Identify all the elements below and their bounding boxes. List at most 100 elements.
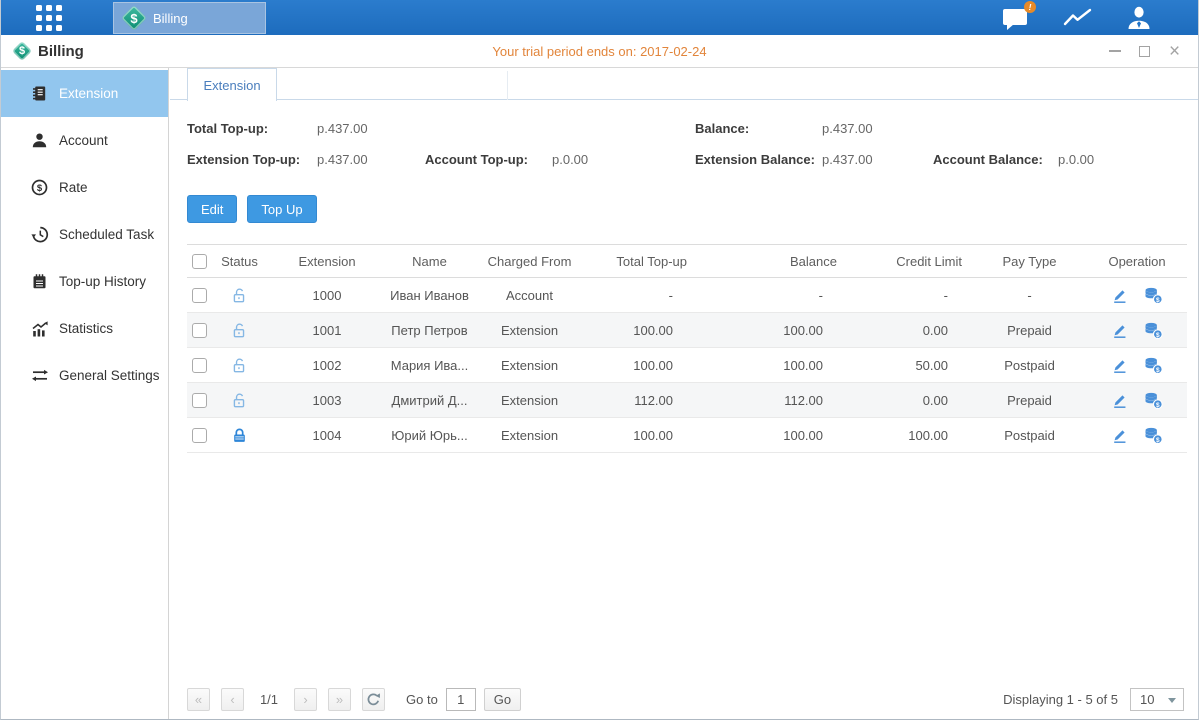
status-lock-icon[interactable] (231, 427, 248, 444)
status-lock-icon[interactable] (231, 322, 248, 339)
pay-type-cell: Postpaid (972, 348, 1087, 383)
edit-icon[interactable] (1111, 357, 1128, 374)
person-icon (31, 132, 49, 149)
col-status: Status (212, 245, 267, 278)
credit-limit-cell: - (847, 278, 972, 313)
first-page-button[interactable] (187, 688, 210, 711)
close-button[interactable] (1167, 44, 1182, 59)
charged-from-cell: Extension (472, 348, 587, 383)
sidebar-item-label: General Settings (59, 368, 160, 383)
table-row: 1004 Юрий Юрь... Extension 100.00 100.00… (187, 418, 1187, 453)
messages-icon[interactable]: ! (1002, 6, 1030, 30)
account-topup-value: p.0.00 (552, 152, 588, 167)
pay-type-cell: Postpaid (972, 418, 1087, 453)
balance-cell: 100.00 (697, 418, 847, 453)
edit-icon[interactable] (1111, 287, 1128, 304)
charged-from-cell: Extension (472, 383, 587, 418)
name-cell: Иван Иванов (387, 278, 472, 313)
charged-from-cell: Extension (472, 418, 587, 453)
sidebar-item-account[interactable]: Account (1, 117, 168, 164)
refresh-icon (366, 692, 381, 707)
row-checkbox[interactable] (192, 358, 207, 373)
table-header-row: Status Extension Name Charged From Total… (187, 245, 1187, 278)
page-size-select[interactable]: 10 (1130, 688, 1184, 711)
row-checkbox[interactable] (192, 288, 207, 303)
refresh-button[interactable] (362, 688, 385, 711)
top-up-icon[interactable]: $ (1144, 427, 1163, 444)
extension-cell: 1004 (267, 418, 387, 453)
top-up-icon[interactable]: $ (1144, 287, 1163, 304)
extension-cell: 1002 (267, 348, 387, 383)
top-up-button[interactable]: Top Up (247, 195, 316, 223)
last-page-button[interactable] (328, 688, 351, 711)
charged-from-cell: Extension (472, 313, 587, 348)
statistics-chart-icon[interactable] (1063, 7, 1093, 29)
status-lock-icon[interactable] (231, 357, 248, 374)
credit-limit-cell: 0.00 (847, 313, 972, 348)
next-page-button[interactable] (294, 688, 317, 711)
svg-text:$: $ (1156, 296, 1160, 303)
prev-page-button[interactable] (221, 688, 244, 711)
svg-text:$: $ (1156, 436, 1160, 443)
sidebar-item-label: Extension (59, 86, 118, 101)
sidebar: Extension Account $ Rate Scheduled T (1, 68, 169, 719)
dollar-circle-icon: $ (31, 179, 49, 196)
credit-limit-cell: 0.00 (847, 383, 972, 418)
col-total-topup: Total Top-up (587, 245, 697, 278)
extension-balance-label: Extension Balance: (695, 152, 815, 167)
col-extension: Extension (267, 245, 387, 278)
tab-divider (507, 71, 508, 100)
credit-limit-cell: 50.00 (847, 348, 972, 383)
name-cell: Юрий Юрь... (387, 418, 472, 453)
top-up-icon[interactable]: $ (1144, 357, 1163, 374)
notepad-icon (31, 273, 49, 290)
minimize-button[interactable] (1107, 44, 1122, 59)
pay-type-cell: - (972, 278, 1087, 313)
col-pay-type: Pay Type (972, 245, 1087, 278)
row-checkbox[interactable] (192, 428, 207, 443)
sidebar-item-rate[interactable]: $ Rate (1, 164, 168, 211)
edit-icon[interactable] (1111, 427, 1128, 444)
pay-type-cell: Prepaid (972, 313, 1087, 348)
status-lock-icon[interactable] (231, 287, 248, 304)
window-title: Billing (38, 43, 84, 60)
balance-cell: - (697, 278, 847, 313)
tab-extension[interactable]: Extension (187, 68, 277, 101)
total-topup-value: p.437.00 (317, 121, 368, 136)
name-cell: Петр Петров (387, 313, 472, 348)
go-button[interactable]: Go (484, 688, 521, 711)
sidebar-item-extension[interactable]: Extension (1, 70, 168, 117)
status-lock-icon[interactable] (231, 392, 248, 409)
goto-page-input[interactable] (446, 688, 476, 711)
sidebar-item-topup-history[interactable]: Top-up History (1, 258, 168, 305)
edit-icon[interactable] (1111, 392, 1128, 409)
edit-icon[interactable] (1111, 322, 1128, 339)
top-up-icon[interactable]: $ (1144, 322, 1163, 339)
name-cell: Мария Ива... (387, 348, 472, 383)
goto-label: Go to (406, 692, 438, 707)
charged-from-cell: Account (472, 278, 587, 313)
sidebar-item-statistics[interactable]: Statistics (1, 305, 168, 352)
total-topup-cell: 100.00 (587, 348, 697, 383)
top-up-icon[interactable]: $ (1144, 392, 1163, 409)
total-topup-label: Total Top-up: (187, 121, 268, 136)
select-all-checkbox[interactable] (192, 254, 207, 269)
user-account-icon[interactable] (1126, 6, 1152, 30)
apps-grid-icon[interactable] (36, 5, 63, 31)
maximize-button[interactable] (1137, 44, 1152, 59)
edit-button[interactable]: Edit (187, 195, 237, 223)
trial-notice: Your trial period ends on: 2017-02-24 (1, 35, 1198, 67)
table-row: 1000 Иван Иванов Account - - - - (187, 278, 1187, 313)
svg-text:$: $ (1156, 401, 1160, 408)
billing-app-tab[interactable]: Billing (113, 2, 266, 34)
sidebar-item-scheduled-task[interactable]: Scheduled Task (1, 211, 168, 258)
sidebar-item-general-settings[interactable]: General Settings (1, 352, 168, 399)
svg-text:$: $ (37, 183, 43, 194)
row-checkbox[interactable] (192, 323, 207, 338)
balance-cell: 112.00 (697, 383, 847, 418)
col-balance: Balance (697, 245, 847, 278)
extension-topup-label: Extension Top-up: (187, 152, 300, 167)
account-topup-label: Account Top-up: (425, 152, 528, 167)
row-checkbox[interactable] (192, 393, 207, 408)
total-topup-cell: - (587, 278, 697, 313)
